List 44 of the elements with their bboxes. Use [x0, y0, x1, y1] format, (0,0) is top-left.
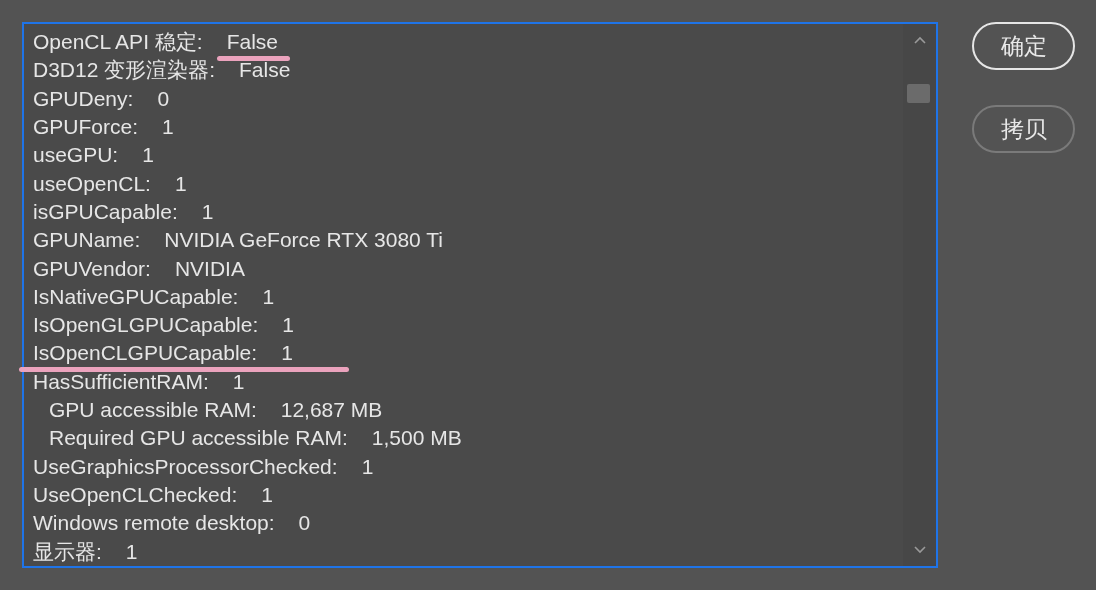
- info-label: useGPU:: [33, 142, 119, 169]
- dialog-button[interactable]: 拷贝: [972, 105, 1075, 153]
- info-label: IsOpenGLGPUCapable:: [33, 312, 259, 339]
- dialog-button[interactable]: 确定: [972, 22, 1075, 70]
- info-label: GPUName:: [33, 227, 141, 254]
- info-label: GPU accessible RAM:: [49, 397, 257, 424]
- scroll-up-icon[interactable]: [913, 36, 926, 44]
- info-value: 1,500 MB: [371, 425, 462, 452]
- info-value: 1: [262, 283, 275, 310]
- info-value: 0: [157, 85, 170, 112]
- info-label: GPUForce:: [33, 113, 139, 140]
- info-label: isGPUCapable:: [33, 198, 178, 225]
- info-label: IsNativeGPUCapable:: [33, 283, 239, 310]
- info-label: UseGraphicsProcessorChecked:: [33, 453, 338, 480]
- info-text-area[interactable]: [22, 22, 938, 568]
- info-label: 显示器:: [33, 538, 102, 565]
- info-value: 1: [125, 538, 138, 565]
- info-value: 1: [282, 312, 294, 339]
- scroll-thumb[interactable]: [907, 84, 930, 103]
- info-label: IsOpenCLGPUCapable:: [33, 340, 258, 367]
- info-label: useOpenCL:: [33, 170, 151, 197]
- info-value: 1: [201, 198, 214, 225]
- info-value: 1: [361, 453, 374, 480]
- info-label: HasSufficientRAM:: [33, 368, 209, 395]
- info-label: Required GPU accessible RAM:: [49, 425, 348, 452]
- info-value: 1: [281, 340, 293, 367]
- scroll-down-icon[interactable]: [913, 546, 926, 554]
- info-value: 12,687 MB: [280, 397, 383, 424]
- info-value: 1: [232, 368, 245, 395]
- info-label: OpenCL API 稳定:: [33, 29, 203, 55]
- info-label: UseOpenCLChecked:: [33, 482, 238, 508]
- info-value: 1: [261, 482, 273, 508]
- info-label: D3D12 变形渲染器:: [33, 57, 216, 84]
- info-value: False: [226, 28, 278, 56]
- info-label: GPUDeny:: [33, 85, 134, 112]
- info-value: 0: [298, 510, 311, 537]
- info-value: 1: [162, 113, 174, 140]
- info-value: 1: [142, 142, 154, 169]
- info-value: 1: [174, 170, 187, 197]
- info-value: False: [239, 57, 291, 84]
- info-label: Windows remote desktop:: [33, 510, 275, 537]
- info-value: NVIDIA GeForce RTX 3080 Ti: [164, 227, 443, 254]
- info-value: NVIDIA: [174, 255, 245, 282]
- info-label: GPUVendor:: [33, 255, 151, 282]
